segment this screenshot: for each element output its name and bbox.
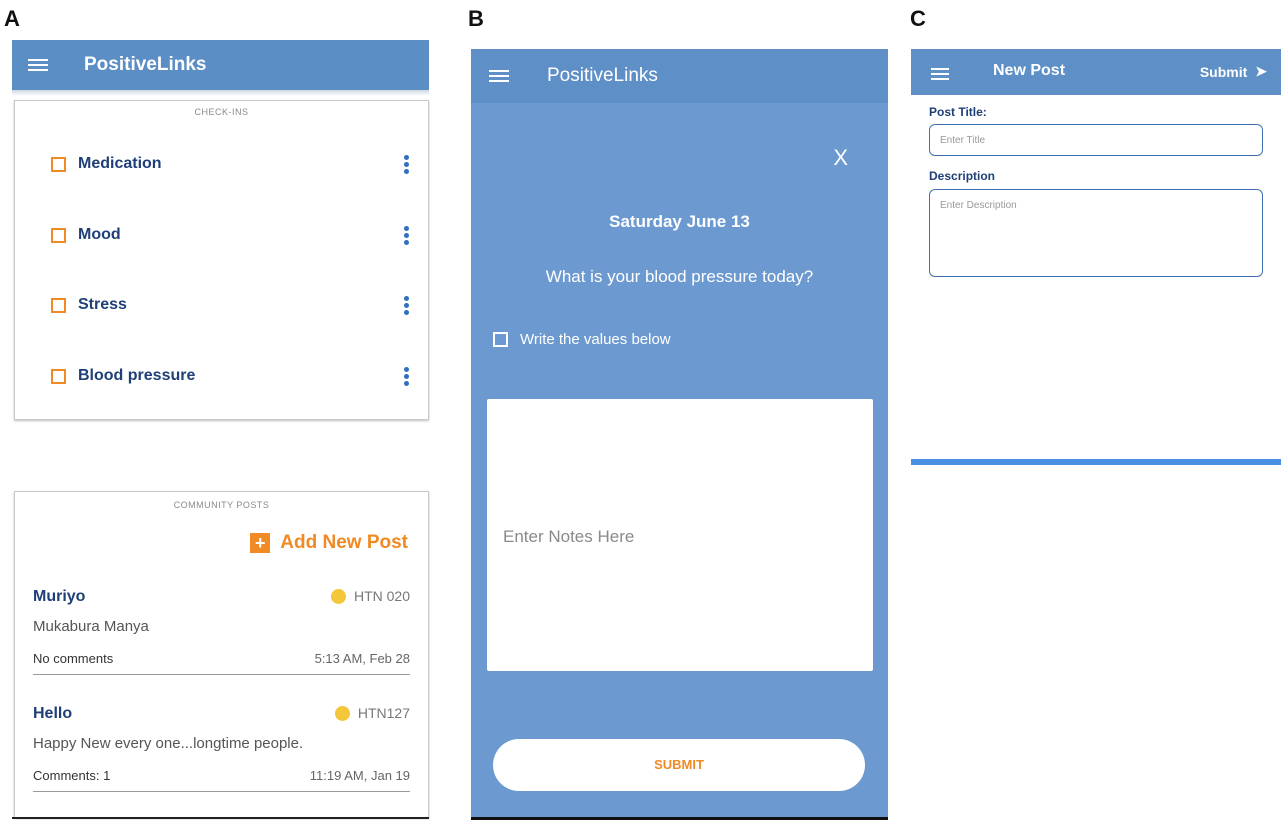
submit-button[interactable]: SUBMIT [493,739,865,791]
post-meta: No comments 5:13 AM, Feb 28 [33,651,410,666]
checkin-label: Stress [78,296,127,313]
close-button[interactable]: X [833,145,848,171]
description-input[interactable]: Enter Description [929,189,1263,277]
checkin-item-mood[interactable]: Mood [51,220,410,250]
post-title-placeholder: Enter Title [940,135,986,146]
checkins-header: CHECK-INS [194,107,249,117]
send-icon: ➤ [1255,63,1267,79]
notes-placeholder: Enter Notes Here [503,527,635,546]
community-posts-card: COMMUNITY POSTS + Add New Post Muriyo HT… [14,491,429,818]
panel-a-home-screen: PositiveLinks CHECK-INS Medication Mood … [12,40,429,820]
menu-icon[interactable] [489,67,509,85]
dialog-date: Saturday June 13 [609,212,750,231]
notes-textarea[interactable]: Enter Notes Here [487,399,873,671]
post-timestamp: 5:13 AM, Feb 28 [314,651,410,666]
more-options-icon[interactable] [402,154,410,175]
description-placeholder: Enter Description [940,200,1017,211]
screen-bottom-edge [12,817,429,819]
app-bar: New Post Submit ➤ [911,49,1281,95]
post-comments[interactable]: No comments [33,651,113,666]
post-body: Happy New every one...longtime people. [33,735,304,752]
checkin-item-medication[interactable]: Medication [51,149,410,179]
more-options-icon[interactable] [402,225,410,246]
checkbox-icon[interactable] [51,368,66,384]
panel-label-c: C [910,6,926,31]
screen-bottom-edge [911,459,1281,465]
post-item[interactable]: Muriyo HTN 020 Mukabura Manya No comment… [33,588,410,675]
checkbox-label: Write the values below [520,331,671,348]
more-options-icon[interactable] [402,295,410,316]
checkbox-icon[interactable] [493,332,508,347]
submit-label: Submit [1199,63,1248,80]
checkbox-icon[interactable] [51,297,66,313]
dialog-question: What is your blood pressure today? [545,267,814,286]
checkin-item-stress[interactable]: Stress [51,290,410,320]
app-bar-shadow [12,90,429,96]
post-tag-text: HTN127 [357,705,410,721]
post-item[interactable]: Hello HTN127 Happy New every one...longt… [33,705,410,792]
app-bar: PositiveLinks [12,40,429,90]
checkins-card: CHECK-INS Medication Mood Stress Blood p… [14,100,429,420]
menu-icon[interactable] [28,56,48,74]
menu-icon[interactable] [931,65,949,83]
divider [33,674,410,675]
plus-icon: + [250,533,271,553]
post-meta: Comments: 1 11:19 AM, Jan 19 [33,768,410,783]
add-new-post-button[interactable]: + Add New Post [250,532,408,554]
app-title: PositiveLinks [84,54,207,75]
post-tag: HTN127 [334,705,410,721]
panel-b-checkin-dialog: PositiveLinks X Saturday June 13 What is… [471,49,888,820]
post-title-input[interactable]: Enter Title [929,124,1263,156]
post-title-label: Post Title: [929,105,987,119]
panel-label-a: A [4,6,20,31]
emoji-icon [334,705,350,721]
checkin-label: Medication [78,155,162,172]
checkbox-icon[interactable] [51,227,66,243]
community-header: COMMUNITY POSTS [173,500,270,510]
emoji-icon [330,588,346,604]
description-label: Description [929,169,996,183]
checkin-label: Blood pressure [78,367,196,384]
app-bar: PositiveLinks [471,49,888,103]
more-options-icon[interactable] [402,366,410,387]
post-timestamp: 11:19 AM, Jan 19 [309,768,410,783]
checkin-item-blood-pressure[interactable]: Blood pressure [51,361,410,391]
page-title: New Post [993,62,1066,79]
panel-c-new-post-form: New Post Submit ➤ Post Title: Enter Titl… [911,49,1281,465]
checkin-label: Mood [78,226,121,243]
write-values-checkbox[interactable]: Write the values below [493,331,671,348]
divider [33,791,410,792]
add-new-post-label: Add New Post [280,532,408,553]
app-title: PositiveLinks [547,65,658,86]
checkbox-icon[interactable] [51,156,66,172]
post-body: Mukabura Manya [33,618,149,635]
post-tag-text: HTN 020 [353,588,410,604]
panel-label-b: B [468,6,484,31]
post-comments[interactable]: Comments: 1 [33,768,110,783]
submit-post-button[interactable]: Submit ➤ [1200,63,1267,80]
post-tag: HTN 020 [330,588,410,604]
